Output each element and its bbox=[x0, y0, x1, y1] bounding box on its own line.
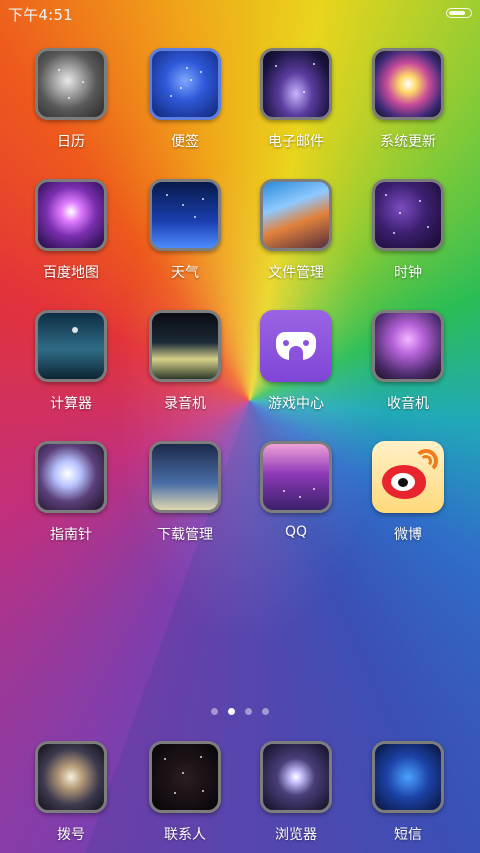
page-dot-2-active[interactable] bbox=[228, 708, 235, 715]
clock-app-icon[interactable] bbox=[372, 179, 444, 251]
battery-level bbox=[449, 11, 465, 15]
page-dot-4[interactable] bbox=[262, 708, 269, 715]
app-label-clock: 时钟 bbox=[394, 265, 422, 281]
baidu-maps-app-icon[interactable] bbox=[35, 179, 107, 251]
calendar-app-icon[interactable] bbox=[35, 48, 107, 120]
app-game-center[interactable]: 游戏中心 bbox=[241, 310, 351, 413]
dock-browser[interactable]: 浏览器 bbox=[241, 741, 351, 844]
app-notes[interactable]: 便签 bbox=[130, 48, 240, 151]
notes-app-icon[interactable] bbox=[149, 48, 221, 120]
dock-label-contacts: 联系人 bbox=[164, 827, 206, 843]
app-file-manager[interactable]: 文件管理 bbox=[241, 179, 351, 282]
app-label-system-update: 系统更新 bbox=[380, 134, 436, 150]
app-label-compass: 指南针 bbox=[50, 527, 92, 543]
app-recorder[interactable]: 录音机 bbox=[130, 310, 240, 413]
app-download-manager[interactable]: 下载管理 bbox=[130, 441, 240, 544]
page-dot-1[interactable] bbox=[211, 708, 218, 715]
file-manager-app-icon[interactable] bbox=[260, 179, 332, 251]
battery-icon bbox=[446, 8, 472, 18]
app-label-weather: 天气 bbox=[171, 265, 199, 281]
status-bar: 下午4:51 bbox=[0, 0, 480, 28]
app-clock[interactable]: 时钟 bbox=[353, 179, 463, 282]
radio-app-icon[interactable] bbox=[372, 310, 444, 382]
app-qq[interactable]: QQ bbox=[241, 441, 351, 540]
status-time: 下午4:51 bbox=[8, 6, 73, 24]
weibo-icon[interactable] bbox=[372, 441, 444, 513]
app-label-calendar: 日历 bbox=[57, 134, 85, 150]
app-label-notes: 便签 bbox=[171, 134, 199, 150]
app-label-email: 电子邮件 bbox=[268, 134, 324, 150]
email-app-icon[interactable] bbox=[260, 48, 332, 120]
dock-messages[interactable]: 短信 bbox=[353, 741, 463, 844]
app-weibo[interactable]: 微博 bbox=[353, 441, 463, 544]
gamepad-shape bbox=[276, 332, 316, 360]
app-label-recorder: 录音机 bbox=[164, 396, 206, 412]
calculator-app-icon[interactable] bbox=[35, 310, 107, 382]
app-label-radio: 收音机 bbox=[387, 396, 429, 412]
messages-app-icon[interactable] bbox=[372, 741, 444, 813]
app-compass[interactable]: 指南针 bbox=[16, 441, 126, 544]
phone-app-icon[interactable] bbox=[35, 741, 107, 813]
app-label-weibo: 微博 bbox=[394, 527, 422, 543]
app-label-calculator: 计算器 bbox=[50, 396, 92, 412]
weather-app-icon[interactable] bbox=[149, 179, 221, 251]
dock-label-browser: 浏览器 bbox=[275, 827, 317, 843]
dock-label-messages: 短信 bbox=[394, 827, 422, 843]
page-dot-3[interactable] bbox=[245, 708, 252, 715]
page-indicator[interactable] bbox=[0, 700, 480, 715]
app-calculator[interactable]: 计算器 bbox=[16, 310, 126, 413]
contacts-app-icon[interactable] bbox=[149, 741, 221, 813]
browser-app-icon[interactable] bbox=[260, 741, 332, 813]
dock-phone[interactable]: 拨号 bbox=[16, 741, 126, 844]
dock-label-phone: 拨号 bbox=[57, 827, 85, 843]
app-calendar[interactable]: 日历 bbox=[16, 48, 126, 151]
app-system-update[interactable]: 系统更新 bbox=[353, 48, 463, 151]
system-update-app-icon[interactable] bbox=[372, 48, 444, 120]
app-label-game-center: 游戏中心 bbox=[268, 396, 324, 412]
recorder-app-icon[interactable] bbox=[149, 310, 221, 382]
app-label-baidu-maps: 百度地图 bbox=[43, 265, 99, 281]
app-radio[interactable]: 收音机 bbox=[353, 310, 463, 413]
gamepad-icon[interactable] bbox=[260, 310, 332, 382]
app-email[interactable]: 电子邮件 bbox=[241, 48, 351, 151]
download-manager-app-icon[interactable] bbox=[149, 441, 221, 513]
dock-contacts[interactable]: 联系人 bbox=[130, 741, 240, 844]
qq-app-icon[interactable] bbox=[260, 441, 332, 513]
app-label-download-manager: 下载管理 bbox=[157, 527, 213, 543]
compass-app-icon[interactable] bbox=[35, 441, 107, 513]
app-baidu-maps[interactable]: 百度地图 bbox=[16, 179, 126, 282]
app-label-qq: QQ bbox=[284, 524, 308, 540]
app-weather[interactable]: 天气 bbox=[130, 179, 240, 282]
app-label-file-manager: 文件管理 bbox=[268, 265, 324, 281]
